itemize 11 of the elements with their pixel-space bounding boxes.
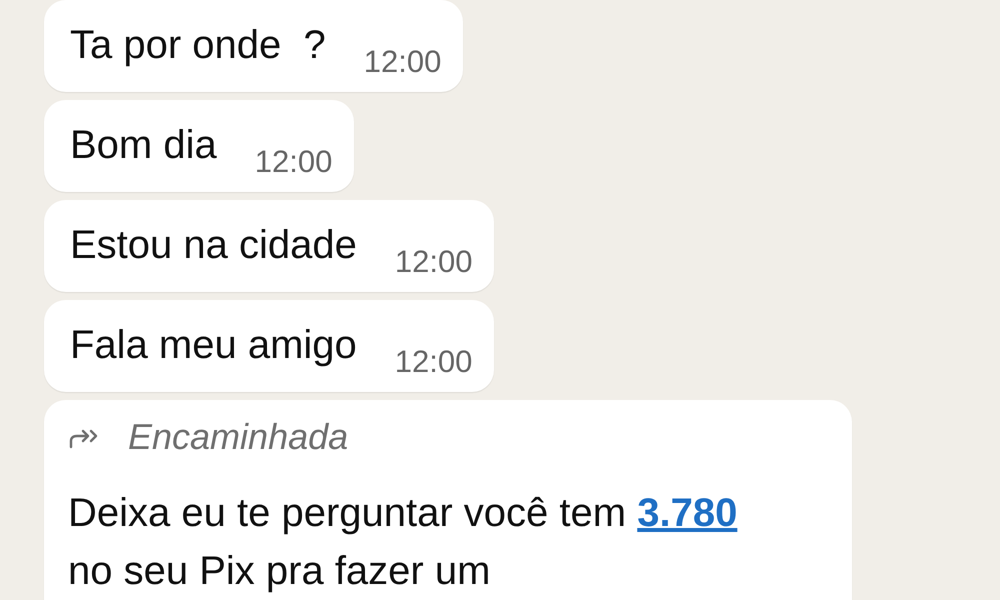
message-time: 12:00 xyxy=(364,44,442,80)
message-time: 12:00 xyxy=(394,244,472,280)
message-time: 12:00 xyxy=(394,344,472,380)
message-time: 12:00 xyxy=(254,144,332,180)
message-text: Fala meu amigo xyxy=(70,322,357,369)
message-text: Estou na cidade xyxy=(70,222,357,269)
message-text: Bom dia xyxy=(70,122,217,169)
message-text: Ta por onde ? xyxy=(70,22,326,69)
forwarded-label: Encaminhada xyxy=(128,416,348,458)
message-text: Deixa eu te perguntar você tem 3.780 no seu Pix pra fazer um xyxy=(68,490,738,595)
amount-link[interactable]: 3.780 xyxy=(637,491,738,535)
